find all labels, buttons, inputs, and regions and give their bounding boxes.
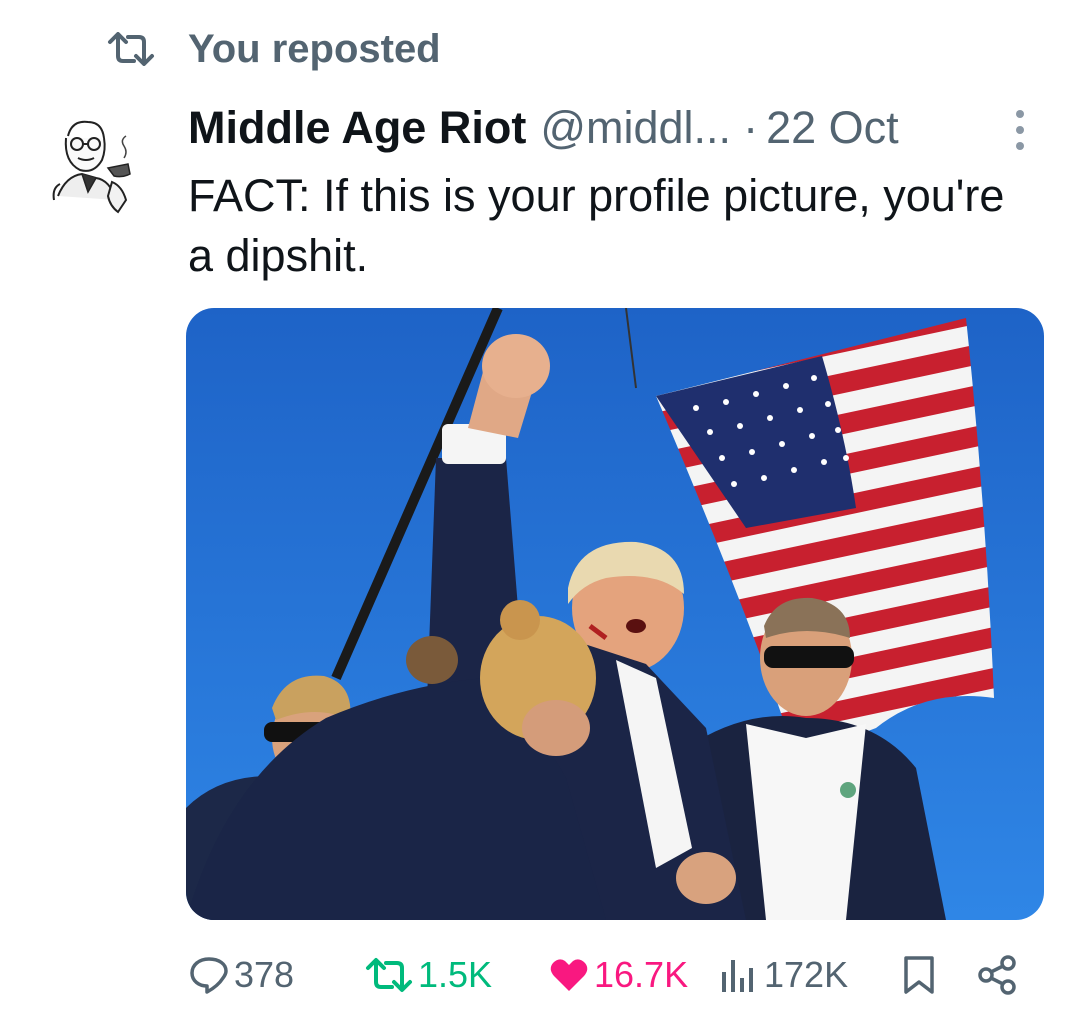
reply-button[interactable]: 378 [188, 940, 294, 1010]
bookmark-icon [904, 956, 934, 994]
tweet-date[interactable]: 22 Oct [766, 102, 899, 154]
bookmark-button[interactable] [898, 940, 940, 1010]
heart-icon [550, 959, 588, 991]
photo-illustration [186, 308, 1044, 920]
views-button[interactable]: 172K [718, 940, 848, 1010]
reply-count: 378 [234, 954, 295, 995]
reply-icon [190, 957, 228, 994]
repost-context: You reposted [106, 24, 441, 74]
author-name[interactable]: Middle Age Riot [188, 102, 526, 154]
separator-dot: · [743, 102, 759, 153]
analytics-icon [722, 960, 753, 992]
tweet-text: FACT: If this is your profile picture, y… [188, 170, 1005, 281]
repost-icon [108, 32, 154, 66]
view-count: 172K [764, 954, 849, 995]
like-count: 16.7K [594, 954, 689, 995]
share-icon [978, 955, 1016, 995]
tweet-header: Middle Age Riot @middl... · 22 Oct [188, 98, 899, 158]
action-bar: 378 1.5K 16.7K 172K [0, 940, 1080, 1010]
repost-icon [366, 958, 412, 992]
tweet-image[interactable] [186, 308, 1044, 920]
more-options-icon[interactable] [1010, 108, 1030, 152]
repost-button[interactable]: 1.5K [364, 940, 492, 1010]
like-button[interactable]: 16.7K [548, 940, 688, 1010]
repost-count: 1.5K [418, 954, 493, 995]
share-button[interactable] [976, 940, 1018, 1010]
author-handle[interactable]: @middl... [540, 102, 731, 154]
avatar[interactable] [52, 116, 148, 220]
repost-label: You reposted [188, 26, 441, 71]
